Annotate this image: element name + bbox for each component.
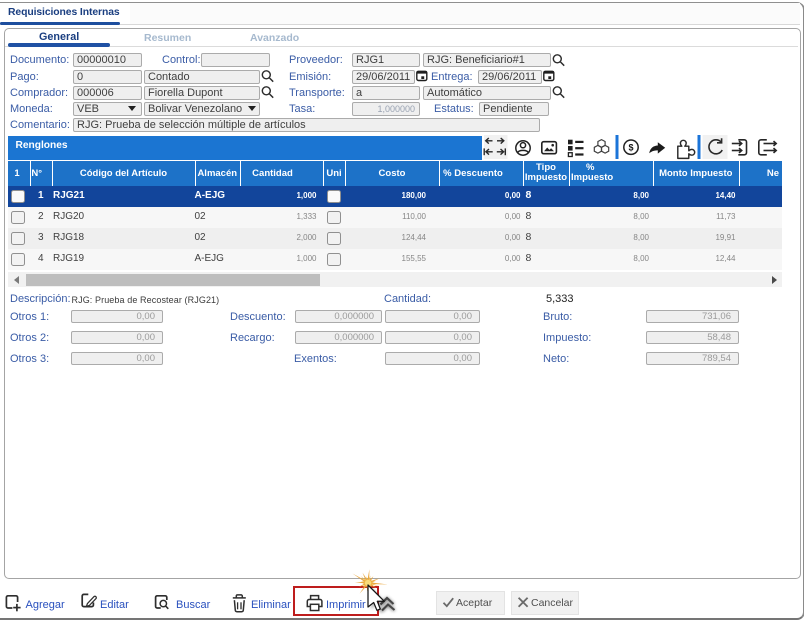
svg-text:$: $	[628, 142, 633, 152]
